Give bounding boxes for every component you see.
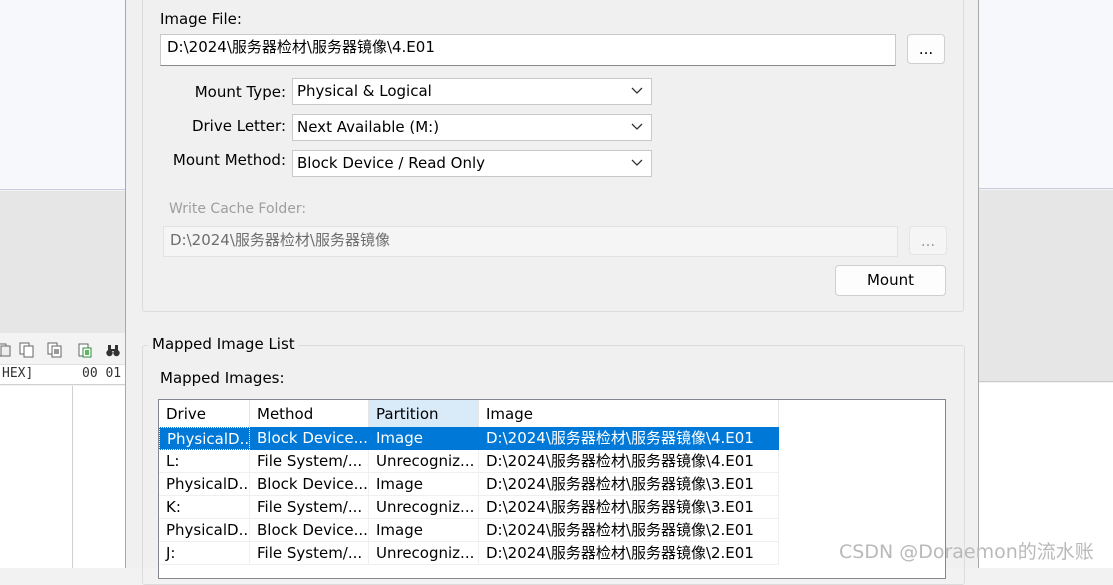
table-row[interactable]: K: File System/... Unrecogniz... D:\2024\服务… bbox=[159, 496, 945, 519]
chevron-down-icon bbox=[631, 87, 643, 94]
background-toolbar bbox=[0, 333, 125, 365]
table-row[interactable]: L: File System/... Unrecogniz... D:\2024\服务… bbox=[159, 450, 945, 473]
partition-cell: Unrecogniz... bbox=[369, 542, 479, 565]
mapped-images-list[interactable]: Drive Method Partition Image PhysicalD..… bbox=[158, 399, 946, 579]
image-file-browse-button[interactable]: ... bbox=[907, 34, 945, 64]
drive-cell: PhysicalD... bbox=[159, 427, 250, 450]
mapped-images-label: Mapped Images: bbox=[160, 369, 285, 387]
table-row[interactable]: J: File System/... Unrecogniz... D:\2024\服务… bbox=[159, 542, 945, 565]
background-panel-right bbox=[979, 190, 1113, 382]
hex-header-row: HEX] 00 01 bbox=[0, 365, 125, 385]
image-cell: D:\2024\服务器检材\服务器镜像\4.E01 bbox=[479, 450, 779, 473]
write-cache-folder-label: Write Cache Folder: bbox=[169, 201, 307, 217]
drive-letter-dropdown[interactable]: Next Available (M:) bbox=[292, 114, 652, 141]
image-cell: D:\2024\服务器检材\服务器镜像\3.E01 bbox=[479, 496, 779, 519]
partition-cell: Unrecogniz... bbox=[369, 450, 479, 473]
table-row[interactable]: PhysicalD... Block Device... Image D:\2024\… bbox=[159, 473, 945, 496]
partition-cell: Image bbox=[369, 519, 479, 542]
table-row[interactable]: PhysicalD... Block Device... Image D:\2024\… bbox=[159, 427, 945, 450]
mount-type-value: Physical & Logical bbox=[297, 82, 432, 100]
hex-offset-label: 00 01 bbox=[82, 366, 122, 381]
drive-cell: PhysicalD... bbox=[159, 519, 250, 542]
mount-type-label: Mount Type: bbox=[194, 83, 286, 101]
partition-cell: Image bbox=[369, 427, 479, 450]
column-header-partition[interactable]: Partition bbox=[369, 400, 479, 427]
image-cell: D:\2024\服务器检材\服务器镜像\4.E01 bbox=[479, 427, 779, 450]
method-cell: Block Device... bbox=[250, 519, 369, 542]
hex-column-label: HEX] bbox=[2, 366, 34, 381]
mount-method-dropdown[interactable]: Block Device / Read Only bbox=[292, 150, 652, 177]
background-window-left bbox=[0, 0, 125, 190]
column-header-method[interactable]: Method bbox=[250, 400, 369, 427]
image-cell: D:\2024\服务器检材\服务器镜像\2.E01 bbox=[479, 519, 779, 542]
method-cell: File System/... bbox=[250, 450, 369, 473]
list-header: Drive Method Partition Image bbox=[159, 400, 945, 427]
column-header-image[interactable]: Image bbox=[479, 400, 779, 427]
column-header-drive[interactable]: Drive bbox=[159, 400, 250, 427]
method-cell: File System/... bbox=[250, 542, 369, 565]
copy-icon[interactable] bbox=[19, 342, 35, 358]
drive-cell: L: bbox=[159, 450, 250, 473]
paste-icon[interactable] bbox=[77, 342, 93, 358]
drive-cell: PhysicalD... bbox=[159, 473, 250, 496]
chevron-down-icon bbox=[631, 123, 643, 130]
mount-type-dropdown[interactable]: Physical & Logical bbox=[292, 78, 652, 105]
copy-hex-icon[interactable] bbox=[47, 342, 63, 358]
drive-cell: K: bbox=[159, 496, 250, 519]
mount-button[interactable]: Mount bbox=[835, 265, 946, 296]
image-cell: D:\2024\服务器检材\服务器镜像\2.E01 bbox=[479, 542, 779, 565]
mount-method-label: Mount Method: bbox=[172, 151, 286, 169]
write-cache-browse-button: ... bbox=[909, 226, 947, 255]
method-cell: File System/... bbox=[250, 496, 369, 519]
drive-letter-label: Drive Letter: bbox=[191, 117, 286, 135]
image-file-input[interactable]: D:\2024\服务器检材\服务器镜像\4.E01 bbox=[160, 34, 896, 66]
image-file-label: Image File: bbox=[160, 10, 242, 28]
partition-cell: Unrecogniz... bbox=[369, 496, 479, 519]
toolbar-icon-1[interactable] bbox=[0, 342, 12, 358]
background-window-right bbox=[979, 0, 1113, 189]
write-cache-folder-input: D:\2024\服务器检材\服务器镜像 bbox=[163, 226, 898, 257]
method-cell: Block Device... bbox=[250, 427, 369, 450]
chevron-down-icon bbox=[631, 159, 643, 166]
hex-view-body bbox=[0, 386, 125, 568]
background-panel-left bbox=[0, 191, 125, 333]
image-cell: D:\2024\服务器检材\服务器镜像\3.E01 bbox=[479, 473, 779, 496]
method-cell: Block Device... bbox=[250, 473, 369, 496]
mount-method-value: Block Device / Read Only bbox=[297, 154, 486, 172]
binoculars-icon[interactable] bbox=[105, 342, 121, 358]
table-row[interactable]: PhysicalD... Block Device... Image D:\2024\… bbox=[159, 519, 945, 542]
partition-cell: Image bbox=[369, 473, 479, 496]
mapped-image-list-title: Mapped Image List bbox=[148, 335, 299, 353]
drive-letter-value: Next Available (M:) bbox=[297, 118, 440, 136]
drive-cell: J: bbox=[159, 542, 250, 565]
watermark: CSDN @Doraemon的流水账 bbox=[839, 541, 1094, 563]
